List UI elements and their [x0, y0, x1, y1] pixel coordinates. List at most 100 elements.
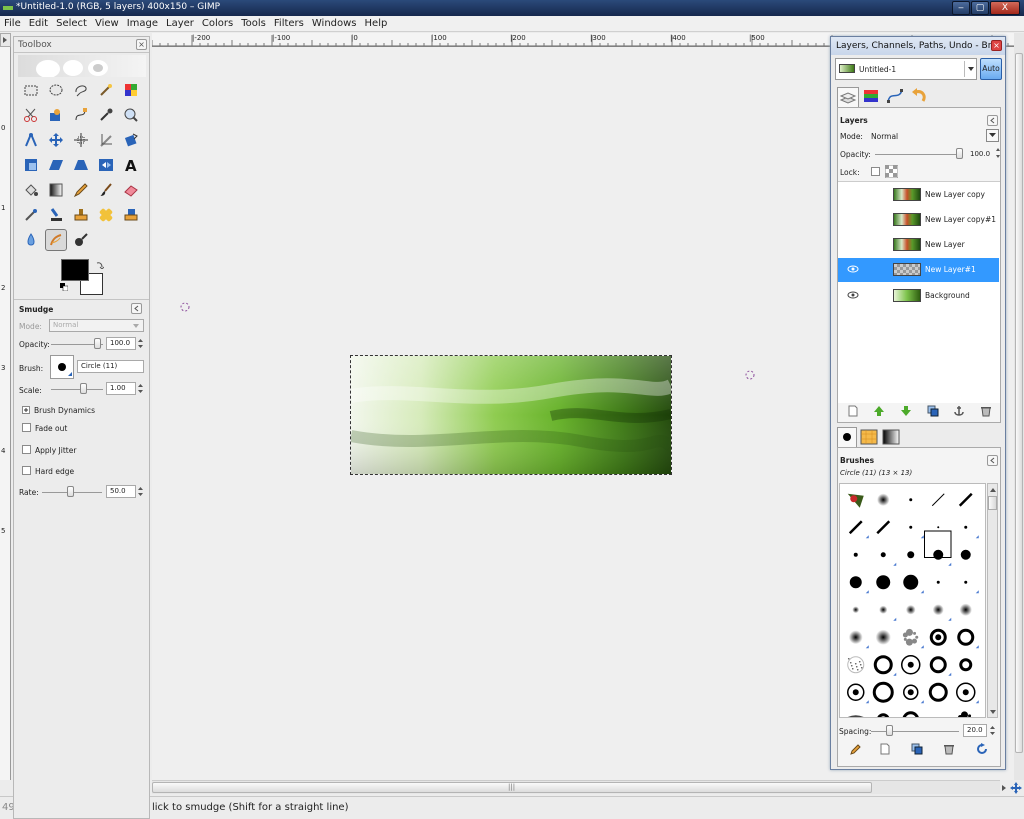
pencil-tool-icon[interactable]	[70, 179, 92, 201]
visibility-toggle[interactable]	[847, 214, 859, 224]
opacity-spinbox[interactable]: 100.0	[106, 337, 136, 350]
brush-thumbnail[interactable]	[847, 493, 864, 508]
brush-thumbnail[interactable]	[928, 682, 948, 702]
scale-slider-handle[interactable]	[80, 383, 87, 394]
menu-tools[interactable]: Tools	[237, 16, 270, 31]
menu-image[interactable]: Image	[123, 16, 162, 31]
dock-close-button[interactable]: ×	[991, 40, 1002, 51]
image-selector[interactable]: Untitled-1	[835, 58, 977, 80]
fuzzy-select-tool-icon[interactable]	[95, 79, 117, 101]
lock-alpha-icon[interactable]	[885, 165, 898, 178]
brush-thumbnail[interactable]	[957, 628, 979, 649]
layers-opacity-slider-handle[interactable]	[956, 148, 963, 159]
select-by-color-tool-icon[interactable]	[120, 79, 142, 101]
anchor-layer-icon[interactable]	[953, 405, 965, 417]
scale-tool-icon[interactable]	[20, 154, 42, 176]
layer-row[interactable]: New Layer copy	[838, 183, 999, 207]
brushes-grid[interactable]	[839, 483, 986, 718]
brush-thumbnail[interactable]	[902, 711, 919, 718]
eraser-tool-icon[interactable]	[120, 179, 142, 201]
spin-arrows-icon[interactable]	[137, 485, 144, 498]
minimize-button[interactable]: ‒	[952, 1, 970, 15]
horizontal-scrollbar[interactable]: |||	[152, 780, 1006, 794]
shear-tool-icon[interactable]	[45, 154, 67, 176]
move-tool-icon[interactable]	[45, 129, 67, 151]
spin-arrows-icon[interactable]	[137, 382, 144, 395]
brush-thumbnail[interactable]	[877, 713, 896, 718]
brush-thumbnail[interactable]	[929, 656, 952, 676]
visibility-toggle[interactable]	[847, 239, 859, 249]
layers-opacity-slider-track[interactable]	[875, 154, 959, 155]
layers-menu-button[interactable]	[987, 115, 998, 126]
auto-button[interactable]: Auto	[980, 58, 1002, 80]
brush-thumbnail[interactable]	[936, 580, 940, 584]
duplicate-brush-icon[interactable]	[911, 743, 923, 755]
menu-colors[interactable]: Colors	[198, 16, 237, 31]
brush-thumbnail[interactable]	[847, 656, 865, 674]
brush-thumbnail[interactable]	[853, 552, 858, 557]
spacing-slider-track[interactable]	[871, 731, 959, 732]
brush-thumbnail[interactable]	[958, 492, 973, 507]
menu-filters[interactable]: Filters	[270, 16, 308, 31]
brush-dynamics-expander[interactable]: Brush Dynamics	[34, 406, 95, 415]
brush-thumbnail[interactable]	[846, 715, 866, 718]
rate-slider-handle[interactable]	[67, 486, 74, 497]
brushes-scroll-thumb[interactable]	[988, 496, 997, 510]
close-window-button[interactable]: X	[990, 1, 1020, 15]
hard-edge-checkbox[interactable]	[22, 466, 31, 475]
brush-thumbnail[interactable]	[849, 576, 869, 594]
brush-thumbnail[interactable]	[872, 681, 894, 703]
brush-thumbnail[interactable]	[909, 525, 924, 539]
menu-file[interactable]: File	[0, 16, 25, 31]
brush-thumbnail[interactable]	[937, 526, 940, 529]
layer-row[interactable]: New Layer	[838, 233, 999, 257]
paintbrush-tool-icon[interactable]	[95, 179, 117, 201]
new-layer-icon[interactable]	[847, 405, 859, 417]
vertical-scroll-thumb[interactable]	[1015, 53, 1023, 753]
horizontal-scroll-thumb[interactable]: |||	[152, 782, 872, 793]
apply-jitter-checkbox[interactable]	[22, 445, 31, 454]
toolbox-close-button[interactable]: ×	[136, 39, 147, 50]
mode-dropdown[interactable]: Normal	[49, 319, 144, 332]
scroll-up-arrow-icon[interactable]	[989, 486, 997, 494]
tab-patterns[interactable]	[860, 429, 880, 447]
swap-colors-icon[interactable]	[96, 261, 104, 269]
brush-thumbnail[interactable]	[877, 493, 890, 506]
tab-channels[interactable]	[861, 87, 883, 107]
green-gradient-image[interactable]	[351, 356, 671, 474]
menu-windows[interactable]: Windows	[308, 16, 361, 31]
brush-thumbnail[interactable]	[905, 604, 916, 615]
spacing-spinbox[interactable]: 20.0	[963, 724, 987, 737]
layers-mode-value[interactable]: Normal	[871, 132, 898, 141]
crop-tool-icon[interactable]	[95, 129, 117, 151]
refresh-brushes-icon[interactable]	[976, 743, 988, 755]
brush-thumbnail[interactable]	[880, 552, 897, 566]
heal-tool-icon[interactable]	[95, 204, 117, 226]
spacing-slider-handle[interactable]	[885, 725, 893, 736]
smudge-tool-icon[interactable]	[45, 229, 67, 251]
opacity-slider-handle[interactable]	[94, 338, 101, 349]
brushes-menu-button[interactable]	[987, 455, 998, 466]
perspective-clone-tool-icon[interactable]	[120, 204, 142, 226]
scale-slider-track[interactable]	[51, 389, 103, 390]
tab-paths[interactable]	[885, 87, 907, 107]
perspective-tool-icon[interactable]	[70, 154, 92, 176]
brush-thumbnail[interactable]	[909, 498, 913, 502]
brush-thumbnail[interactable]	[875, 629, 891, 645]
rect-select-tool-icon[interactable]	[20, 79, 42, 101]
brush-thumbnail[interactable]	[931, 493, 945, 507]
flip-tool-icon[interactable]	[95, 154, 117, 176]
edit-brush-icon[interactable]	[849, 743, 861, 755]
clone-tool-icon[interactable]	[70, 204, 92, 226]
rate-spinbox[interactable]: 50.0	[106, 485, 136, 498]
brush-thumbnail[interactable]	[876, 520, 891, 535]
airbrush-tool-icon[interactable]	[20, 204, 42, 226]
measure-tool-icon[interactable]	[20, 129, 42, 151]
scissors-select-tool-icon[interactable]	[20, 104, 42, 126]
duplicate-layer-icon[interactable]	[927, 405, 939, 417]
brush-thumbnail[interactable]	[959, 603, 972, 616]
brush-thumbnail[interactable]	[876, 575, 891, 590]
brush-thumbnail[interactable]	[879, 605, 897, 621]
lock-pixels-checkbox[interactable]	[871, 167, 880, 176]
layer-row[interactable]: Background	[838, 284, 999, 308]
